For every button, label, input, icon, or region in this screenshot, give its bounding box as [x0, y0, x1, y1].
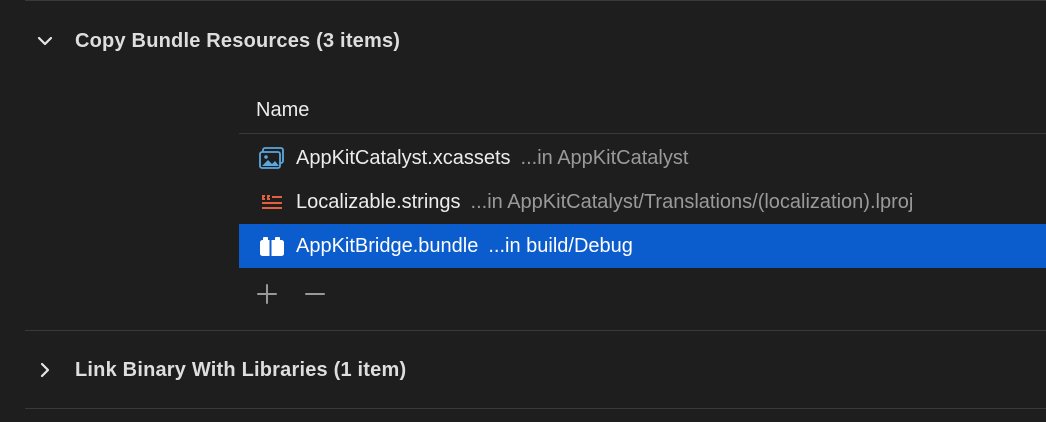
- add-button[interactable]: [254, 281, 280, 307]
- chevron-down-icon[interactable]: [37, 33, 53, 49]
- table-row[interactable]: AppKitCatalyst.xcassets ...in AppKitCata…: [239, 136, 1046, 180]
- strings-file-icon: [258, 190, 286, 214]
- file-location: ...in build/Debug: [488, 234, 633, 257]
- section-header-copy-bundle-resources[interactable]: Copy Bundle Resources (3 items): [25, 21, 1046, 61]
- section-title: Link Binary With Libraries (1 item): [75, 358, 407, 381]
- asset-catalog-icon: [258, 146, 286, 170]
- build-phases-panel: Copy Bundle Resources (3 items) Name App…: [0, 0, 1046, 422]
- section-title: Copy Bundle Resources (3 items): [75, 29, 401, 52]
- top-divider: [25, 0, 1046, 1]
- table-controls: [254, 280, 328, 308]
- file-name: Localizable.strings: [296, 190, 461, 213]
- file-name: AppKitCatalyst.xcassets: [296, 146, 511, 169]
- file-name: AppKitBridge.bundle: [296, 234, 479, 257]
- column-header-name[interactable]: Name: [239, 88, 1046, 134]
- file-location: ...in AppKitCatalyst: [520, 146, 689, 169]
- plus-icon: [257, 284, 277, 304]
- minus-icon: [305, 293, 325, 295]
- table-row[interactable]: Localizable.strings ...in AppKitCatalyst…: [239, 180, 1046, 224]
- section-header-link-binary[interactable]: Link Binary With Libraries (1 item): [25, 350, 1046, 390]
- remove-button[interactable]: [302, 281, 328, 307]
- file-location: ...in AppKitCatalyst/Translations/(local…: [470, 190, 914, 213]
- bottom-divider: [25, 408, 1046, 409]
- table-row[interactable]: AppKitBridge.bundle ...in build/Debug: [239, 224, 1046, 268]
- chevron-right-icon[interactable]: [37, 362, 53, 378]
- bundle-icon: [258, 234, 286, 258]
- files-table: Name AppKitCatalyst.xcassets ...in AppKi…: [239, 88, 1046, 268]
- section-divider: [25, 330, 1046, 331]
